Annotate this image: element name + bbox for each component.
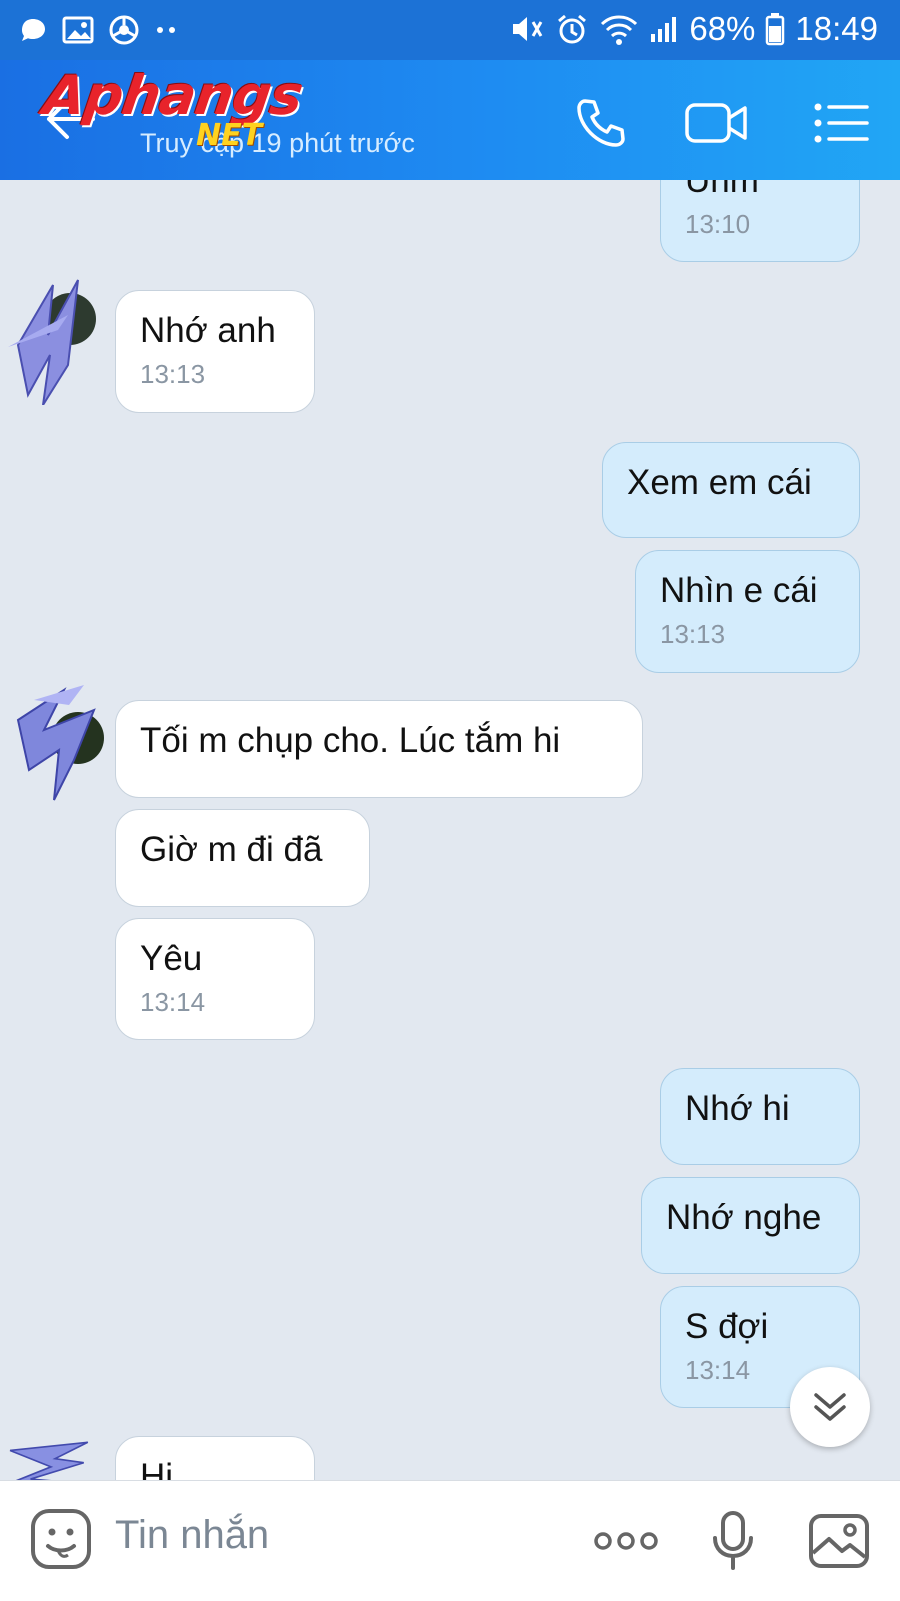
- message-text: Tối m chụp cho. Lúc tắm hi: [140, 721, 561, 760]
- more-dots-icon: [594, 1532, 658, 1550]
- video-call-button[interactable]: [684, 90, 750, 156]
- contact-avatar[interactable]: [6, 1410, 96, 1480]
- sticker-button[interactable]: [28, 1506, 94, 1572]
- notification-icons: [18, 14, 178, 46]
- message-bubble-outgoing[interactable]: Nhớ hi: [660, 1068, 860, 1165]
- mute-icon: [513, 17, 543, 41]
- message-text: Nhớ anh: [140, 311, 276, 350]
- message-time: 13:13: [660, 619, 726, 649]
- more-options-button[interactable]: [593, 1508, 659, 1574]
- chevron-double-down-icon: [814, 1393, 846, 1421]
- chat-menu-button[interactable]: [808, 90, 874, 156]
- message-text: S đợi: [685, 1307, 769, 1346]
- gallery-icon: [62, 16, 94, 44]
- message-text: Uhm: [685, 180, 759, 200]
- message-bubble-incoming[interactable]: Hi: [115, 1436, 315, 1480]
- message-time: 13:14: [140, 987, 206, 1017]
- message-text: Nhớ hi: [685, 1089, 790, 1128]
- image-icon: [809, 1514, 869, 1568]
- chat-bubble-icon: [22, 19, 45, 41]
- battery-icon: [766, 13, 785, 46]
- message-bubble-incoming[interactable]: Tối m chụp cho. Lúc tắm hi: [115, 700, 643, 798]
- message-text: Nhớ nghe: [666, 1198, 822, 1237]
- message-list[interactable]: Uhm 13:10 Nhớ anh 13:13 Xem em cái Nhìn …: [0, 180, 900, 1480]
- chat-header: Aphangs Truy cập 19 phút trước NET: [0, 60, 900, 180]
- watermark-logo: Aphangs: [39, 64, 307, 127]
- message-text: Xem em cái: [627, 463, 812, 502]
- sticker-icon: [31, 1509, 91, 1569]
- message-text: Yêu: [140, 939, 203, 978]
- video-call-icon: [685, 103, 747, 143]
- contact-avatar[interactable]: [8, 275, 98, 405]
- last-seen-status: Truy cập 19 phút trước: [140, 128, 415, 158]
- phone-icon: [577, 99, 625, 147]
- browser-icon: [109, 15, 139, 45]
- message-input[interactable]: Tin nhắn: [115, 1513, 269, 1558]
- battery-percentage: 68%: [689, 10, 756, 47]
- call-button[interactable]: [568, 90, 634, 156]
- send-image-button[interactable]: [806, 1508, 872, 1574]
- system-status: 68% 18:49: [509, 10, 878, 48]
- menu-list-icon: [814, 103, 869, 143]
- message-text: Nhìn e cái: [660, 571, 818, 610]
- voice-message-button[interactable]: [700, 1508, 766, 1574]
- message-composer: Tin nhắn: [0, 1480, 900, 1601]
- alarm-icon: [558, 14, 587, 44]
- message-text: Giờ m đi đã: [140, 830, 323, 869]
- message-bubble-incoming[interactable]: Giờ m đi đã: [115, 809, 370, 907]
- more-notifications-icon: [157, 27, 175, 33]
- signal-icon: [651, 17, 677, 42]
- clock: 18:49: [795, 10, 878, 47]
- contact-avatar[interactable]: [14, 680, 104, 810]
- message-time: 13:13: [140, 359, 206, 389]
- message-bubble-outgoing[interactable]: Uhm 13:10: [660, 180, 860, 262]
- scroll-to-bottom-button[interactable]: [790, 1367, 870, 1447]
- message-bubble-outgoing[interactable]: Nhìn e cái 13:13: [635, 550, 860, 673]
- microphone-icon: [713, 1511, 753, 1570]
- message-text: Hi: [140, 1457, 174, 1480]
- message-bubble-incoming[interactable]: Nhớ anh 13:13: [115, 290, 315, 413]
- status-bar: 68% 18:49: [0, 0, 900, 60]
- wifi-icon: [601, 15, 638, 45]
- watermark-logo-suffix: NET: [196, 118, 263, 153]
- message-bubble-incoming[interactable]: Yêu 13:14: [115, 918, 315, 1040]
- message-time: 13:10: [685, 209, 751, 239]
- message-bubble-outgoing[interactable]: Xem em cái: [602, 442, 860, 538]
- message-bubble-outgoing[interactable]: Nhớ nghe: [641, 1177, 860, 1274]
